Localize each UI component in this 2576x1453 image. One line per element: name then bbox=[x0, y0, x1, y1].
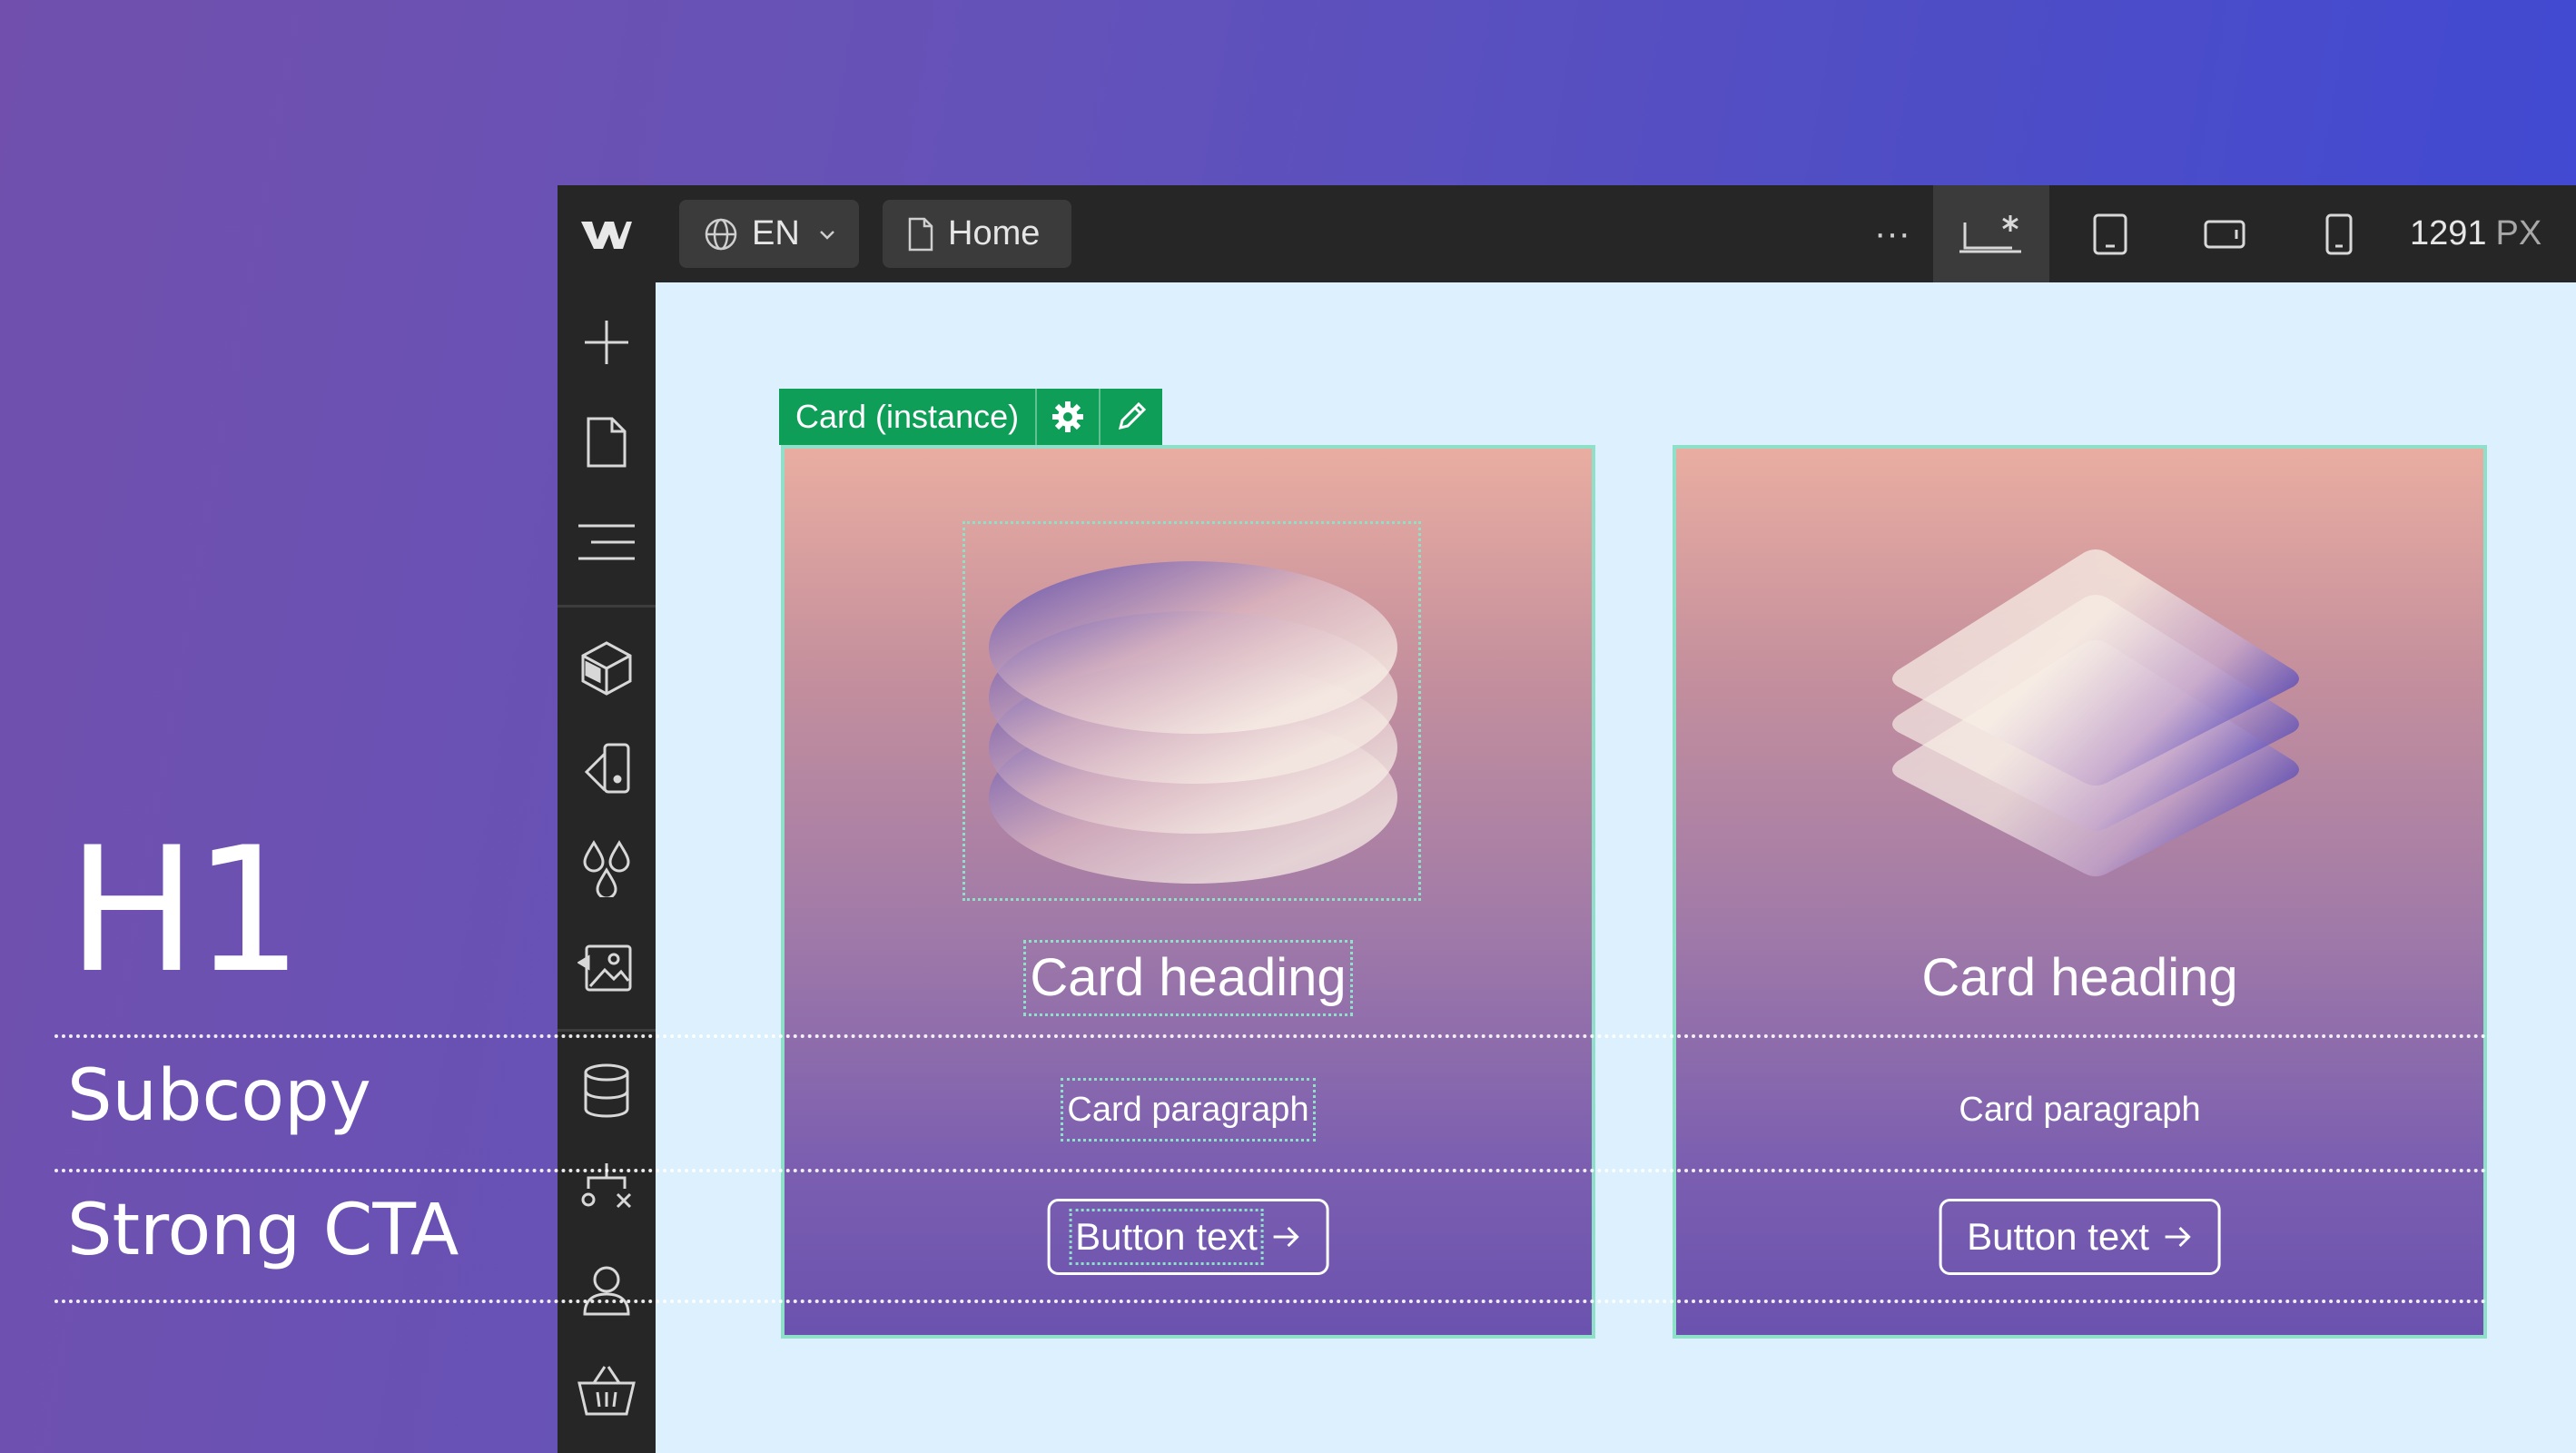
page-selector[interactable]: Home bbox=[883, 200, 1071, 268]
page-icon bbox=[908, 217, 933, 251]
add-panel-button[interactable] bbox=[558, 297, 656, 388]
ecommerce-panel-button[interactable] bbox=[558, 1345, 656, 1436]
cms-panel-button[interactable] bbox=[558, 1045, 656, 1136]
logic-panel-button[interactable] bbox=[558, 1145, 656, 1236]
arrow-right-icon bbox=[2165, 1226, 2192, 1248]
selected-element-name: Card (instance) bbox=[795, 398, 1020, 435]
card-button[interactable]: Button text bbox=[1047, 1199, 1329, 1275]
add-icon bbox=[585, 321, 628, 364]
assets-panel-button[interactable] bbox=[558, 923, 656, 1013]
users-panel-button[interactable] bbox=[558, 1245, 656, 1336]
sidebar-divider bbox=[558, 1029, 656, 1032]
breakpoint-mobile-landscape[interactable] bbox=[2170, 185, 2279, 282]
style-selector-icon bbox=[584, 743, 630, 794]
h1-label: H1 bbox=[67, 810, 303, 1011]
selected-element-label[interactable]: Card (instance) bbox=[779, 389, 1163, 445]
card-paragraph[interactable]: Card paragraph bbox=[1959, 1084, 2200, 1135]
pencil-icon bbox=[1119, 401, 1147, 430]
gear-icon bbox=[1052, 401, 1084, 432]
page-label: Home bbox=[948, 214, 1041, 252]
stacked-discs-image bbox=[989, 561, 1397, 884]
style-selectors-panel-button[interactable] bbox=[558, 723, 656, 814]
variables-panel-button[interactable] bbox=[558, 823, 656, 914]
ecommerce-icon bbox=[577, 1366, 636, 1416]
breakpoint-tablet[interactable] bbox=[2056, 185, 2165, 282]
card-instance[interactable]: Card heading Card paragraph Button text bbox=[781, 445, 1595, 1339]
mobile-portrait-icon bbox=[2325, 213, 2353, 254]
card-button[interactable]: Button text bbox=[1939, 1199, 2221, 1275]
pages-panel-button[interactable] bbox=[558, 397, 656, 488]
locale-selector[interactable]: EN bbox=[679, 200, 859, 268]
globe-icon bbox=[705, 218, 737, 250]
arrow-right-icon bbox=[1273, 1226, 1300, 1248]
components-panel-button[interactable] bbox=[558, 623, 656, 714]
canvas-width-value: 1291 bbox=[2410, 214, 2487, 252]
card-instance[interactable]: Card heading Card paragraph Button text bbox=[1673, 445, 2487, 1339]
locale-label: EN bbox=[752, 214, 800, 252]
mobile-landscape-icon bbox=[2204, 220, 2245, 248]
designer-topbar: EN Home ··· 1291 PX bbox=[558, 185, 2576, 282]
card-paragraph[interactable]: Card paragraph bbox=[1061, 1078, 1316, 1142]
variables-icon bbox=[583, 840, 630, 897]
assets-icon bbox=[577, 944, 632, 992]
tablet-icon bbox=[2093, 213, 2127, 254]
canvas-width-readout: 1291 PX bbox=[2410, 185, 2541, 282]
components-icon bbox=[581, 641, 632, 696]
strong-cta-label: Strong CTA bbox=[67, 1190, 459, 1271]
card-heading[interactable]: Card heading bbox=[1023, 940, 1353, 1016]
designer-sidebar bbox=[558, 282, 656, 1453]
canvas-width-unit: PX bbox=[2495, 214, 2542, 252]
breakpoint-desktop-base[interactable] bbox=[1933, 185, 2049, 282]
navigator-icon bbox=[578, 524, 635, 560]
more-options-button[interactable]: ··· bbox=[1856, 185, 1929, 282]
navigator-panel-button[interactable] bbox=[558, 497, 656, 588]
logic-icon bbox=[581, 1163, 632, 1209]
subcopy-label: Subcopy bbox=[67, 1055, 371, 1137]
breakpoint-mobile-portrait[interactable] bbox=[2285, 185, 2393, 282]
stacked-layers-image bbox=[1892, 549, 2299, 876]
webflow-logo-icon[interactable] bbox=[579, 209, 634, 260]
sidebar-divider bbox=[558, 605, 656, 608]
card-button-label: Button text bbox=[1069, 1209, 1264, 1265]
users-icon bbox=[583, 1266, 630, 1316]
component-settings-button[interactable] bbox=[1035, 389, 1099, 445]
pages-icon bbox=[587, 417, 627, 468]
edit-component-button[interactable] bbox=[1099, 389, 1162, 445]
card-button-label: Button text bbox=[1967, 1215, 2149, 1258]
card-heading[interactable]: Card heading bbox=[1921, 946, 2237, 1010]
cms-icon bbox=[584, 1063, 629, 1118]
chevron-down-icon bbox=[819, 230, 834, 240]
desktop-base-breakpoint-icon bbox=[1959, 214, 2021, 252]
